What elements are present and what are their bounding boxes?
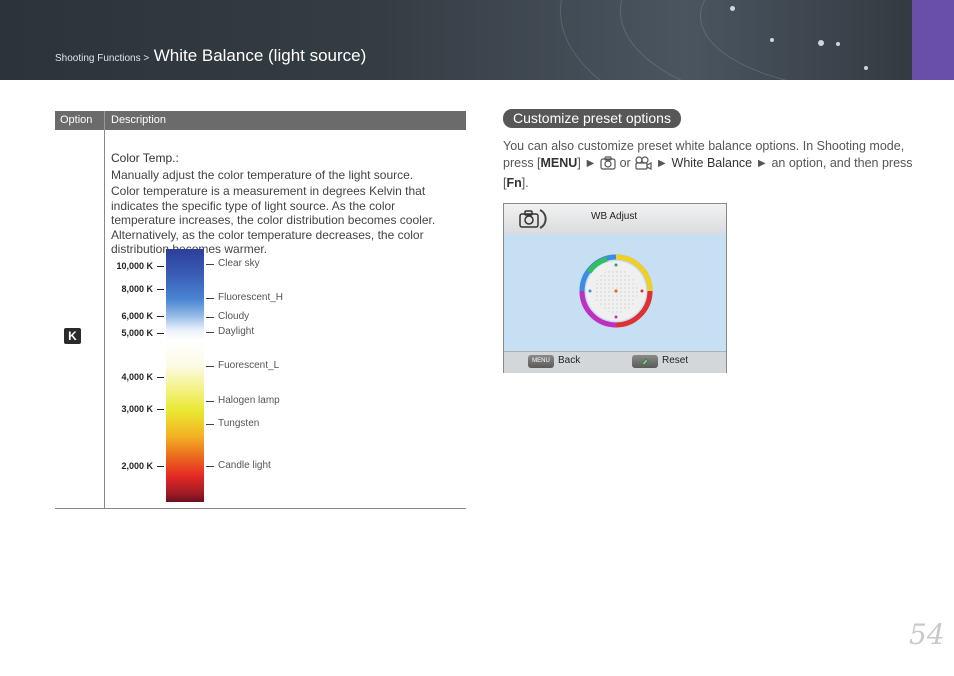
kelvin-label: 5,000 K [121, 328, 153, 338]
section-body: You can also customize preset white bala… [503, 138, 923, 192]
intro-text: ]. [521, 176, 529, 190]
intro-text: or [616, 156, 635, 170]
intro-text: ] ► [577, 156, 601, 170]
menu-button[interactable]: MENU [528, 355, 554, 368]
source-label: Halogen lamp [218, 395, 280, 406]
camera-icon [518, 208, 548, 235]
source-tick [206, 332, 214, 333]
temperature-gradient-bar [166, 249, 204, 502]
source-tick [206, 401, 214, 402]
screen-title-bar: WB Adjust [504, 204, 726, 234]
source-tick [206, 264, 214, 265]
source-tick [206, 466, 214, 467]
source-tick [206, 424, 214, 425]
breadcrumb: Shooting Functions > White Balance (ligh… [55, 46, 366, 66]
color-temp-line: Manually adjust the color temperature of… [111, 168, 414, 182]
color-temp-paragraph: Color temperature is a measurement in de… [111, 184, 436, 256]
intro-text: ► [652, 156, 672, 170]
color-wheel-icon[interactable] [579, 254, 653, 328]
breadcrumb-section: Shooting Functions > [55, 53, 150, 64]
chapter-tab [912, 0, 954, 80]
kelvin-option-icon: K [64, 328, 81, 344]
kelvin-label: 8,000 K [121, 284, 153, 294]
kelvin-label: 2,000 K [121, 461, 153, 471]
kelvin-tick [157, 266, 164, 267]
source-label: Cloudy [218, 311, 250, 322]
back-label: Back [558, 355, 581, 366]
source-tick [206, 317, 214, 318]
section-heading: Customize preset options [503, 109, 681, 128]
reset-icon [641, 358, 649, 365]
page-title: White Balance (light source) [153, 46, 367, 65]
white-balance-item: White Balance [671, 156, 753, 170]
menu-key: MENU [540, 156, 578, 170]
reset-label: Reset [662, 355, 689, 366]
wb-adjust-area [504, 234, 726, 351]
column-divider [104, 130, 105, 508]
kelvin-tick [157, 333, 164, 334]
camera-screen-preview: WB Adjust MENU Back Reset [503, 203, 727, 373]
col-description-header: Description [111, 114, 167, 126]
kelvin-tick [157, 409, 164, 410]
source-label: Candle light [218, 460, 271, 471]
source-label: Tungsten [218, 418, 260, 429]
kelvin-label: 3,000 K [121, 404, 153, 414]
color-temp-title: Color Temp.: [111, 151, 179, 165]
kelvin-label: 10,000 K [116, 261, 153, 271]
page-number: 54 [909, 618, 945, 651]
kelvin-tick [157, 377, 164, 378]
kelvin-tick [157, 466, 164, 467]
table-header: Option Description [55, 111, 466, 130]
source-label: Clear sky [218, 258, 260, 269]
header-banner: Shooting Functions > White Balance (ligh… [0, 0, 954, 80]
kelvin-tick [157, 316, 164, 317]
kelvin-label: 4,000 K [121, 372, 153, 382]
source-tick [206, 366, 214, 367]
col-option-header: Option [60, 114, 93, 126]
source-tick [206, 298, 214, 299]
screen-footer: MENU Back Reset [504, 351, 726, 373]
color-temperature-scale: 10,000 K 8,000 K 6,000 K 5,000 K 4,000 K… [111, 249, 311, 502]
source-label: Fuorescent_L [218, 360, 280, 371]
screen-title: WB Adjust [591, 211, 638, 222]
kelvin-tick [157, 289, 164, 290]
source-label: Fluorescent_H [218, 292, 284, 303]
camera-icon [600, 156, 616, 175]
movie-camera-icon [634, 156, 652, 175]
reset-button[interactable] [632, 355, 658, 368]
kelvin-label: 6,000 K [121, 311, 153, 321]
source-label: Daylight [218, 326, 255, 337]
header-divider [104, 111, 105, 130]
fn-key: Fn [506, 176, 522, 190]
